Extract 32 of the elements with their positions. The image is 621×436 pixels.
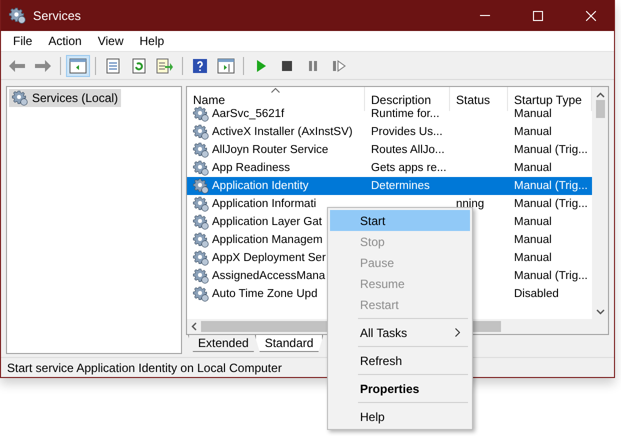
- service-name: Auto Time Zone Upd: [212, 288, 318, 300]
- description-cell-text: Routes AllJo...: [370, 143, 446, 158]
- startup-type-cell-text: Manual: [513, 125, 553, 140]
- startup-type-cell-text: Disabled: [513, 287, 560, 302]
- description-cell-text: Provides Us...: [370, 125, 444, 140]
- startup-type-cell-text: Manual (Trig...: [513, 197, 589, 212]
- column-label: Name: [193, 93, 226, 107]
- window-title: Services: [33, 8, 82, 22]
- service-name: ActiveX Installer (AxInstSV): [212, 126, 353, 138]
- column-label: Status: [456, 93, 490, 107]
- service-name: AssignedAccessMana: [212, 270, 326, 282]
- service-name: Application Informati: [212, 198, 316, 210]
- description-cell-text: Gets apps re...: [370, 161, 448, 176]
- status-cell-text: nning: [455, 197, 486, 212]
- status-text: Start service Application Identity on Local Computer: [7, 360, 282, 374]
- startup-type-cell-text: Manual (Trig...: [513, 143, 589, 158]
- startup-type-cell-text: Manual: [513, 215, 553, 230]
- column-label: Description: [371, 93, 432, 107]
- startup-type-cell-text: Manual (Trig...: [513, 269, 589, 284]
- description-cell: Determines: [365, 177, 450, 195]
- service-name: AarSvc_5621f: [212, 108, 284, 120]
- service-name: Application Managem: [212, 234, 323, 246]
- column-label: Startup Type: [514, 93, 582, 107]
- service-name: App Readiness: [212, 162, 290, 174]
- startup-type-cell: Manual (Trig...: [508, 177, 592, 195]
- startup-type-cell-text: Manual: [513, 233, 553, 248]
- startup-type-cell-text: Manual: [513, 251, 553, 266]
- service-name: AppX Deployment Ser: [212, 252, 326, 264]
- service-name: Application Identity: [212, 180, 309, 192]
- startup-type-cell-text: Manual: [513, 161, 553, 176]
- service-name: AllJoyn Router Service: [212, 144, 328, 156]
- service-name: Application Layer Gat: [212, 216, 322, 228]
